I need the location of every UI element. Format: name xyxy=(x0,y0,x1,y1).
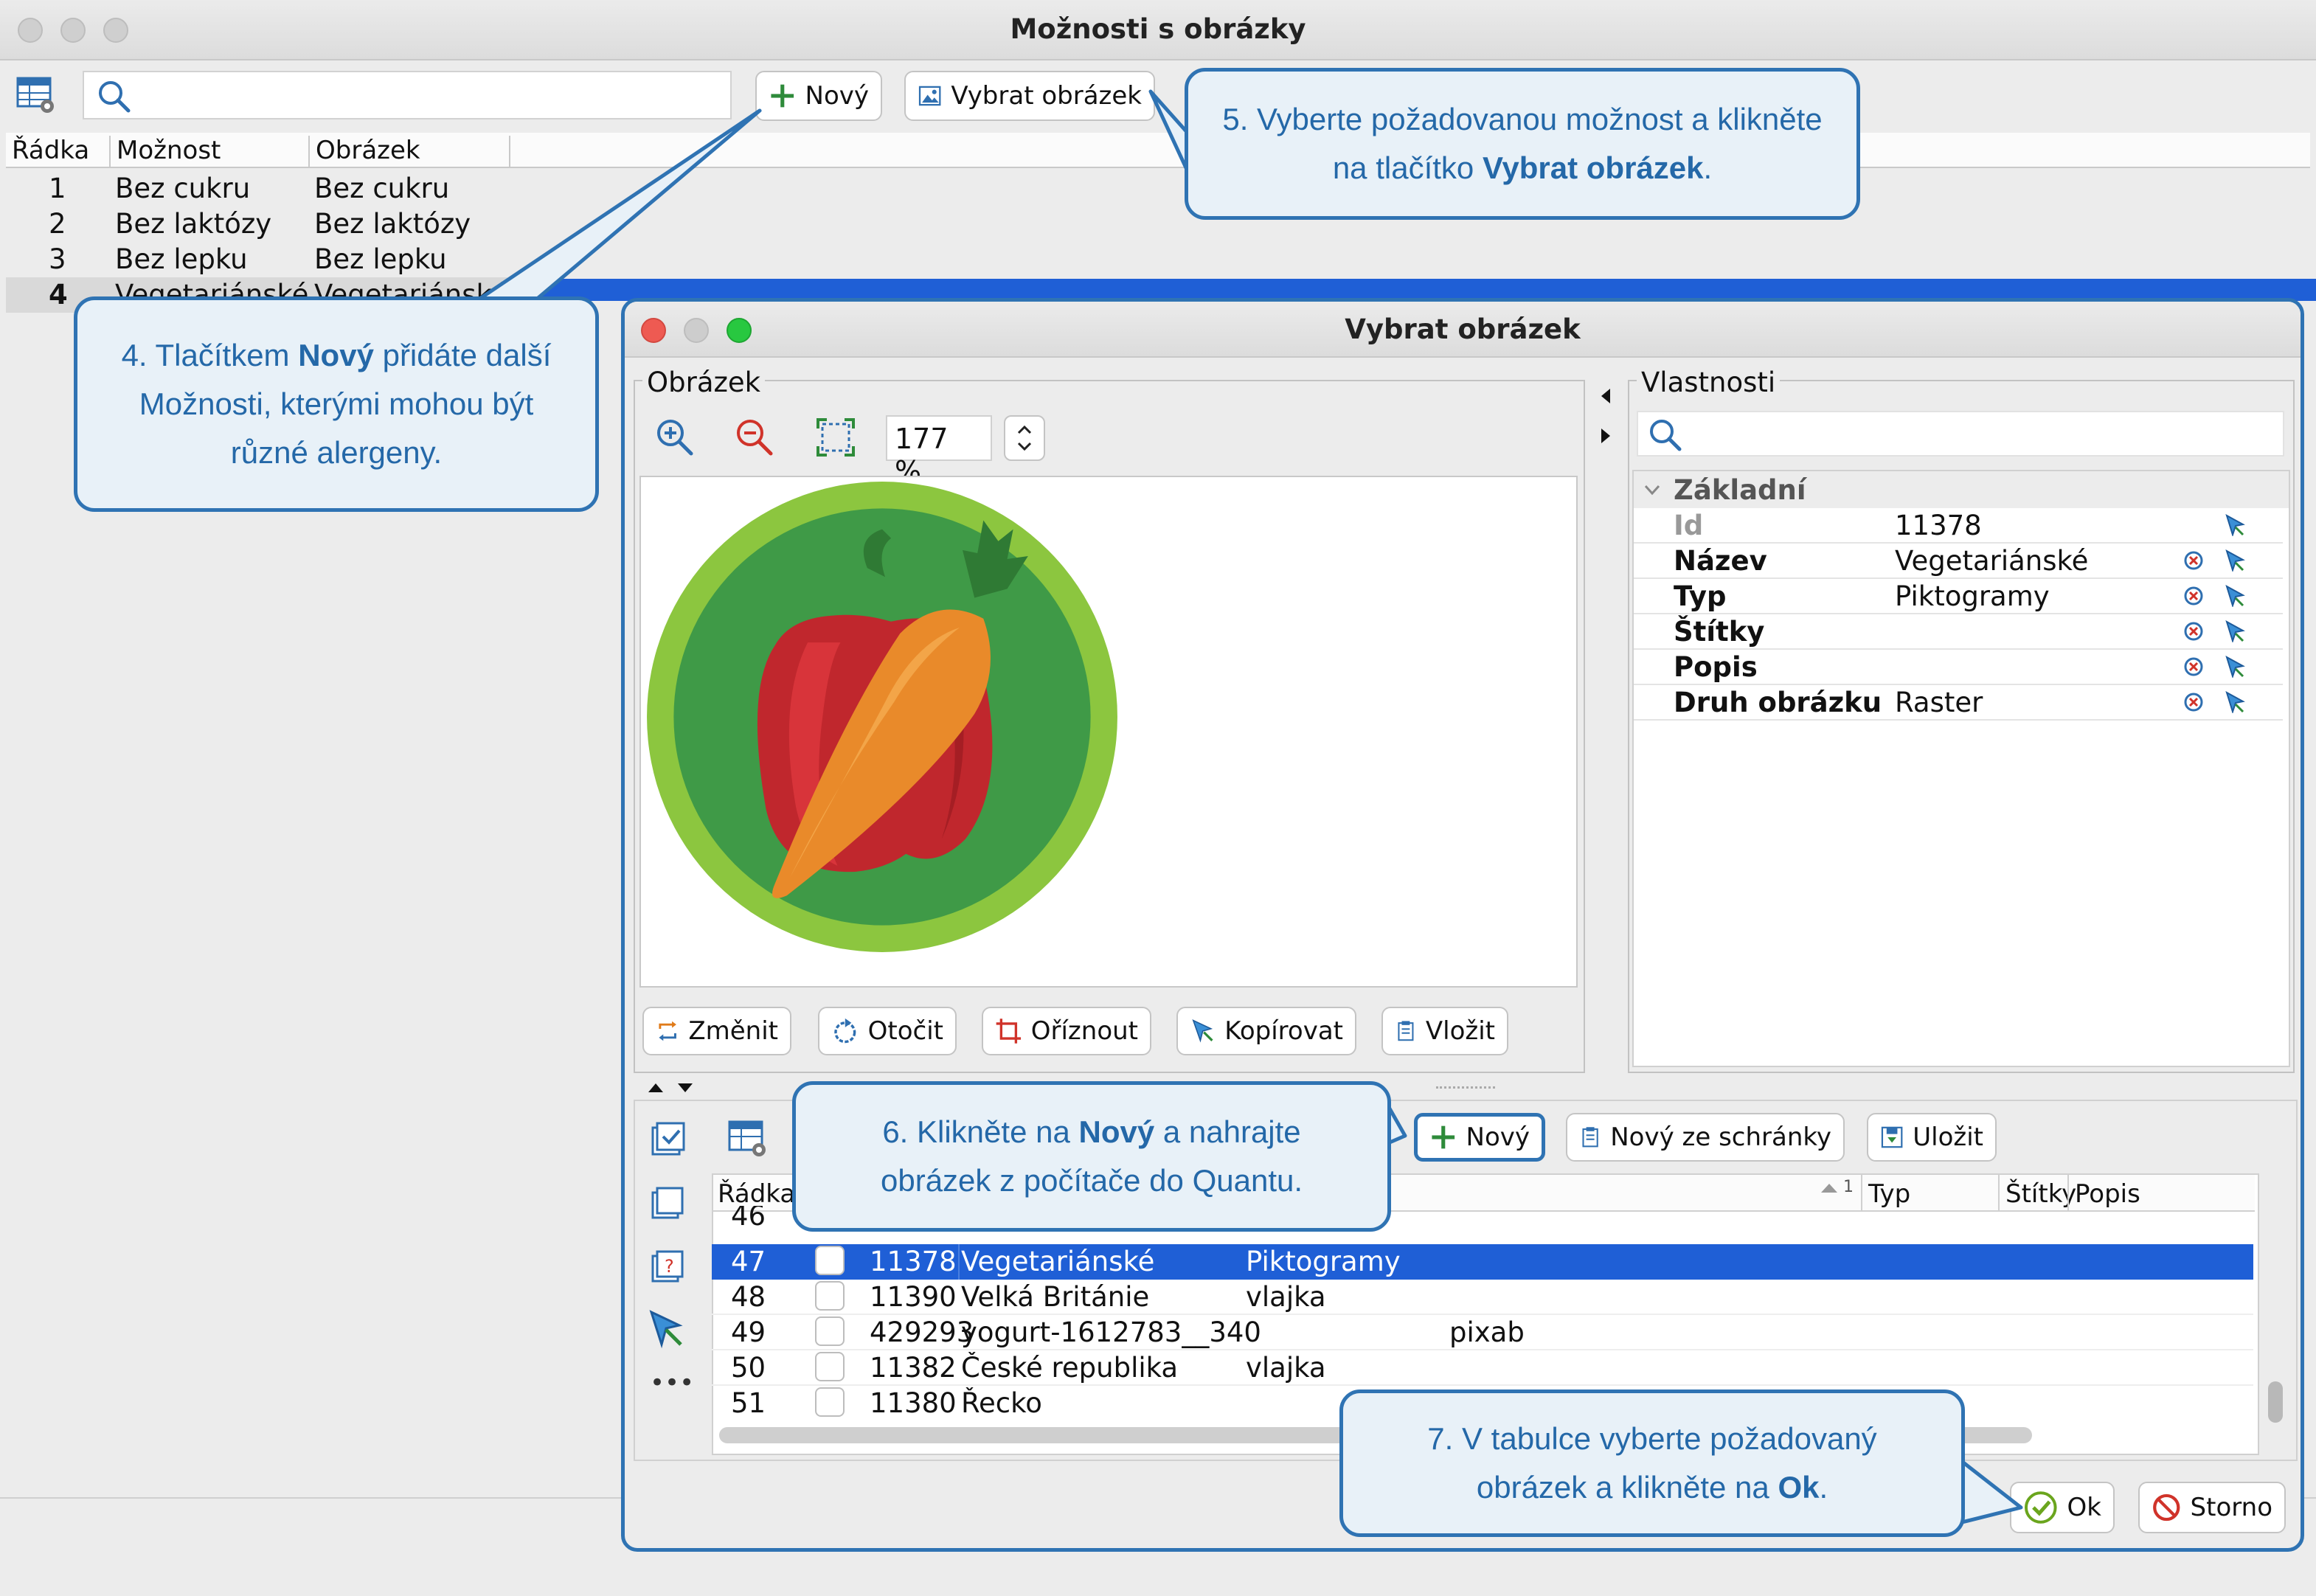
callout-step-5: 5. Vyberte požadovanou možnost a kliknět… xyxy=(1185,68,1860,220)
callout-step-7: 7. V tabulce vyberte požadovaný obrázek … xyxy=(1339,1389,1965,1537)
callout-step-6: 6. Klikněte na Nový a nahrajte obrázek z… xyxy=(792,1081,1391,1232)
callout-step-4: 4. Tlačítkem Nový přidáte další Možnosti… xyxy=(74,296,599,512)
callout-pointers xyxy=(470,89,2023,1524)
